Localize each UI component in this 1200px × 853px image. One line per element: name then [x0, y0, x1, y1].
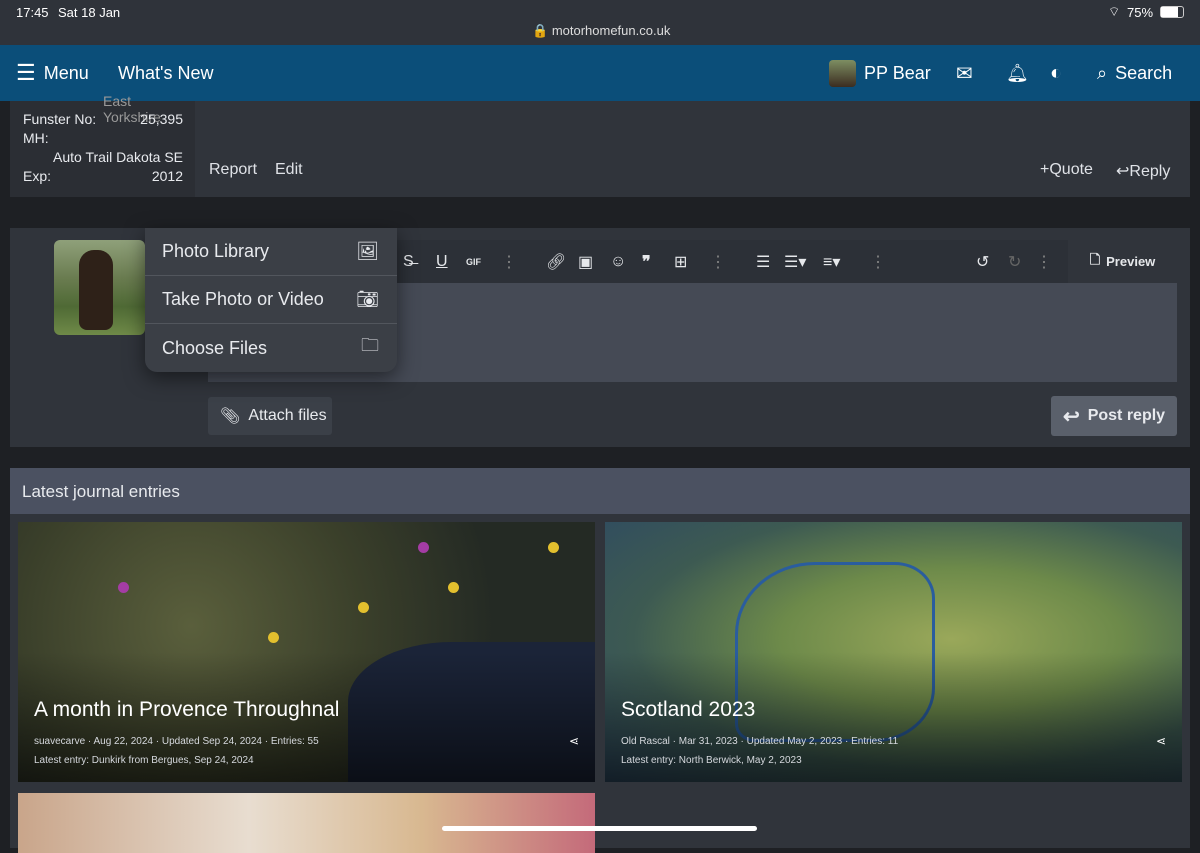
link-icon[interactable]: 🔗︎ — [546, 240, 566, 283]
map-pin — [448, 582, 459, 593]
battery-percent: 75% — [1127, 5, 1154, 20]
map-pin — [548, 542, 559, 553]
user-avatar — [829, 59, 856, 87]
more-icon[interactable]: ⋮ — [870, 240, 886, 283]
gif-button[interactable]: GIF — [466, 240, 481, 283]
menu-item-photo-library[interactable]: Photo Library 🖼︎ — [145, 228, 397, 276]
map-pin — [268, 632, 279, 643]
bell-icon[interactable]: 🔔︎ — [1006, 45, 1029, 101]
attach-files-button[interactable]: 📎︎ Attach files — [208, 397, 332, 435]
map-pin — [418, 542, 429, 553]
ios-status-bar: 17:45 Sat 18 Jan 🔒 motorhomefun.co.uk ⌔ … — [0, 0, 1200, 45]
quote-link[interactable]: +Quote — [1040, 161, 1093, 179]
exp-value: 2012 — [151, 168, 183, 184]
username: PP Bear — [864, 62, 931, 83]
folder-icon: 🗀 — [361, 335, 379, 355]
photo-library-icon: 🖼︎ — [356, 241, 379, 261]
inbox-icon[interactable]: ✉ — [956, 45, 973, 101]
card-latest: Latest entry: North Berwick, May 2, 2023 — [621, 755, 802, 766]
post-reply-label: Post reply — [1087, 407, 1166, 424]
funster-value: 25,395 — [140, 111, 183, 127]
mh-value: Auto Trail Dakota SE — [53, 149, 183, 165]
theme-toggle-icon[interactable]: ◐ — [1050, 45, 1062, 101]
ordered-list-icon[interactable]: ☰ — [756, 240, 770, 283]
reply-link[interactable]: ↩Reply — [1116, 161, 1170, 181]
status-time: 17:45 — [16, 5, 49, 20]
menu-item-label: Choose Files — [162, 337, 268, 358]
journal-card[interactable]: Scotland 2023 Old Rascal · Mar 31, 2023 … — [605, 522, 1182, 782]
journal-card[interactable] — [18, 793, 595, 853]
funster-label: Funster No: — [23, 111, 97, 127]
url-text: motorhomefun.co.uk — [551, 23, 671, 38]
underline-icon[interactable]: U — [436, 240, 448, 283]
user-menu[interactable]: PP Bear — [829, 45, 931, 101]
undo-icon[interactable]: ↺ — [976, 240, 989, 283]
menu-label: Menu — [43, 62, 89, 83]
map-pin — [358, 602, 369, 613]
search-label: Search — [1115, 62, 1173, 83]
map-pin — [118, 582, 129, 593]
report-link[interactable]: Report — [209, 161, 257, 179]
more-icon[interactable]: ⋮ — [501, 240, 517, 283]
share-icon[interactable]: ⋖ — [1156, 734, 1166, 748]
journal-card[interactable]: A month in Provence Throughnal suavecarv… — [18, 522, 595, 782]
preview-icon: 🗋 — [1089, 251, 1101, 267]
image-icon[interactable]: ▣ — [578, 240, 593, 283]
more-icon[interactable]: ⋮ — [1036, 240, 1052, 283]
align-icon[interactable]: ≡▾ — [823, 240, 840, 283]
card-meta: suavecarve · Aug 22, 2024 · Updated Sep … — [34, 736, 319, 747]
menu-item-choose-files[interactable]: Choose Files 🗀 — [145, 324, 397, 372]
strikethrough-icon[interactable]: S̶ — [403, 240, 414, 283]
card-title[interactable]: A month in Provence Throughnal — [34, 698, 339, 722]
post-footer: East Yorkshire Funster No: 25,395 MH: Aut… — [10, 93, 1190, 197]
share-icon[interactable]: ⋖ — [569, 734, 579, 748]
user-extra-info: East Yorkshire Funster No: 25,395 MH: Aut… — [10, 93, 195, 197]
journal-heading: Latest journal entries — [10, 468, 1190, 514]
bear-image — [79, 250, 113, 330]
unordered-list-icon[interactable]: ☰▾ — [784, 240, 806, 283]
preview-label: Preview — [1106, 254, 1156, 269]
file-picker-menu: Photo Library 🖼︎ Take Photo or Video 📷︎ Ch… — [145, 228, 397, 372]
post-reply-button[interactable]: ↩ Post reply — [1051, 396, 1177, 436]
quote-icon[interactable]: ❞ — [642, 240, 651, 283]
mh-label: MH: — [23, 130, 49, 146]
hamburger-icon: ☰ — [16, 60, 36, 85]
status-date: Sat 18 Jan — [58, 5, 121, 20]
exp-label: Exp: — [23, 168, 52, 184]
preview-button[interactable]: 🗋 Preview — [1068, 240, 1177, 283]
reply-icon: ↩ — [1062, 405, 1080, 428]
search-button[interactable]: ⌕ Search — [1097, 45, 1172, 101]
paperclip-icon: 📎︎ — [220, 408, 241, 425]
card-title[interactable]: Scotland 2023 — [621, 698, 755, 722]
wifi-icon: ⌔ — [1108, 4, 1121, 19]
card-meta: Old Rascal · Mar 31, 2023 · Updated May … — [621, 736, 899, 747]
attach-label: Attach files — [248, 407, 327, 424]
menu-item-label: Photo Library — [162, 241, 270, 261]
more-icon[interactable]: ⋮ — [710, 240, 726, 283]
menu-item-label: Take Photo or Video — [162, 289, 324, 309]
home-indicator[interactable] — [442, 826, 757, 831]
media-icon[interactable]: ⊞ — [674, 240, 687, 283]
card-latest: Latest entry: Dunkirk from Bergues, Sep … — [34, 755, 254, 766]
reply-icon: ↩ — [1116, 163, 1130, 180]
reply-label: Reply — [1129, 163, 1171, 180]
reply-avatar — [54, 240, 145, 335]
search-icon: ⌕ — [1097, 62, 1108, 83]
emoji-icon[interactable]: ☺ — [610, 240, 626, 283]
edit-link[interactable]: Edit — [275, 161, 303, 179]
redo-icon: ↻ — [1008, 253, 1022, 271]
url-bar[interactable]: 🔒 motorhomefun.co.uk — [532, 23, 670, 39]
camera-icon: 📷︎ — [356, 289, 379, 309]
journal-widget: Latest journal entries A month in Proven… — [10, 468, 1190, 853]
battery-icon — [1160, 6, 1184, 18]
menu-item-take-photo[interactable]: Take Photo or Video 📷︎ — [145, 276, 397, 324]
